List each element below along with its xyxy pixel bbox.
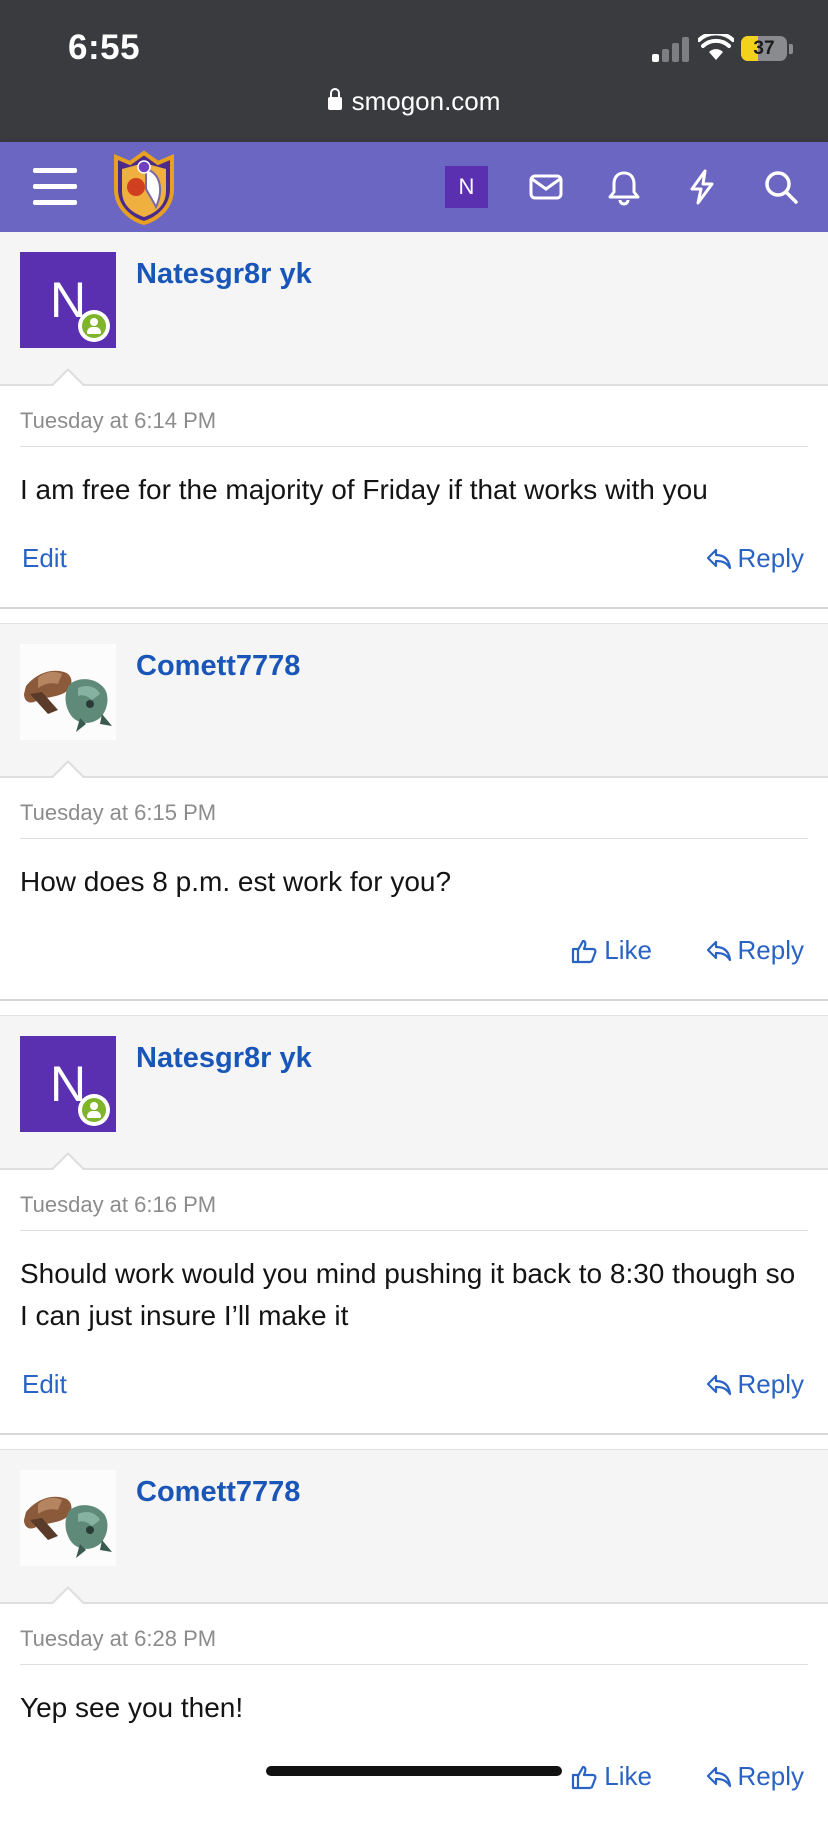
reply-button[interactable]: Reply [706, 1369, 804, 1400]
thumbs-up-icon [572, 1765, 597, 1789]
like-label: Like [604, 935, 652, 965]
site-logo[interactable] [110, 149, 178, 225]
reply-button[interactable]: Reply [706, 543, 804, 574]
avatar[interactable] [20, 644, 116, 740]
post-header: N Natesgr8r yk [0, 1016, 828, 1171]
reply-label: Reply [737, 543, 804, 573]
user-avatar[interactable]: N [445, 166, 488, 208]
username-link[interactable]: Comett7778 [136, 650, 300, 683]
edit-label: Edit [22, 543, 67, 573]
address-bar[interactable]: smogon.com [0, 86, 828, 117]
post-timestamp[interactable]: Tuesday at 6:28 PM [20, 1604, 808, 1665]
wifi-icon [698, 34, 734, 60]
reply-label: Reply [737, 1761, 804, 1791]
battery-cap [789, 44, 793, 54]
thumbs-up-icon [572, 939, 597, 963]
like-button[interactable]: Like [570, 1761, 652, 1792]
status-bar: 6:55 37 smogon.com [0, 0, 828, 142]
post-actions: Like Reply [20, 921, 808, 999]
post-header: Comett7778 [0, 624, 828, 779]
post-actions: Edit Reply [20, 1355, 808, 1433]
message-post: N Natesgr8r yk Tuesday at 6:16 PM Should… [0, 1015, 828, 1435]
reply-button[interactable]: Reply [706, 1761, 804, 1792]
search-icon[interactable] [762, 168, 800, 206]
post-timestamp[interactable]: Tuesday at 6:14 PM [20, 386, 808, 447]
edit-label: Edit [22, 1369, 67, 1399]
reply-icon [706, 1766, 731, 1787]
post-header: Comett7778 [0, 1450, 828, 1605]
envelope-icon[interactable] [527, 168, 565, 206]
edit-button[interactable]: Edit [22, 1369, 67, 1400]
post-actions: Like Reply [20, 1747, 808, 1825]
conversation-thread: N Natesgr8r yk Tuesday at 6:14 PM I am f… [0, 232, 828, 1839]
reply-label: Reply [737, 1369, 804, 1399]
url-text: smogon.com [351, 86, 501, 116]
site-navbar: N [0, 142, 828, 232]
message-post: Comett7778 Tuesday at 6:15 PM How does 8… [0, 623, 828, 1001]
message-post: N Natesgr8r yk Tuesday at 6:14 PM I am f… [0, 232, 828, 609]
online-status-icon [78, 1094, 110, 1126]
post-timestamp[interactable]: Tuesday at 6:16 PM [20, 1170, 808, 1231]
home-indicator[interactable] [266, 1766, 562, 1776]
online-status-icon [78, 310, 110, 342]
reply-icon [706, 940, 731, 961]
pointer-arrow [50, 760, 86, 779]
pointer-arrow [50, 1152, 86, 1171]
cellular-signal-icon [652, 36, 692, 62]
username-link[interactable]: Natesgr8r yk [136, 258, 312, 291]
avatar[interactable] [20, 1470, 116, 1566]
like-label: Like [604, 1761, 652, 1791]
reply-button[interactable]: Reply [706, 935, 804, 966]
menu-icon[interactable] [33, 168, 77, 206]
pointer-arrow [50, 368, 86, 387]
like-button[interactable]: Like [570, 935, 652, 966]
edit-button[interactable]: Edit [22, 543, 67, 574]
username-link[interactable]: Comett7778 [136, 1476, 300, 1509]
username-link[interactable]: Natesgr8r yk [136, 1042, 312, 1075]
battery-icon: 37 [741, 36, 787, 61]
post-message: I am free for the majority of Friday if … [20, 474, 708, 505]
post-message: Should work would you mind pushing it ba… [20, 1258, 796, 1331]
battery-percent: 37 [753, 38, 775, 59]
pointer-arrow [50, 1586, 86, 1605]
post-header: N Natesgr8r yk [0, 232, 828, 387]
bell-icon[interactable] [605, 168, 643, 206]
reply-icon [706, 548, 731, 569]
clock: 6:55 [68, 28, 141, 67]
lock-icon [327, 88, 342, 110]
reply-icon [706, 1374, 731, 1395]
bolt-icon[interactable] [683, 168, 721, 206]
post-message: How does 8 p.m. est work for you? [20, 866, 452, 897]
post-timestamp[interactable]: Tuesday at 6:15 PM [20, 778, 808, 839]
post-message: Yep see you then! [20, 1692, 244, 1723]
reply-label: Reply [737, 935, 804, 965]
post-actions: Edit Reply [20, 529, 808, 607]
